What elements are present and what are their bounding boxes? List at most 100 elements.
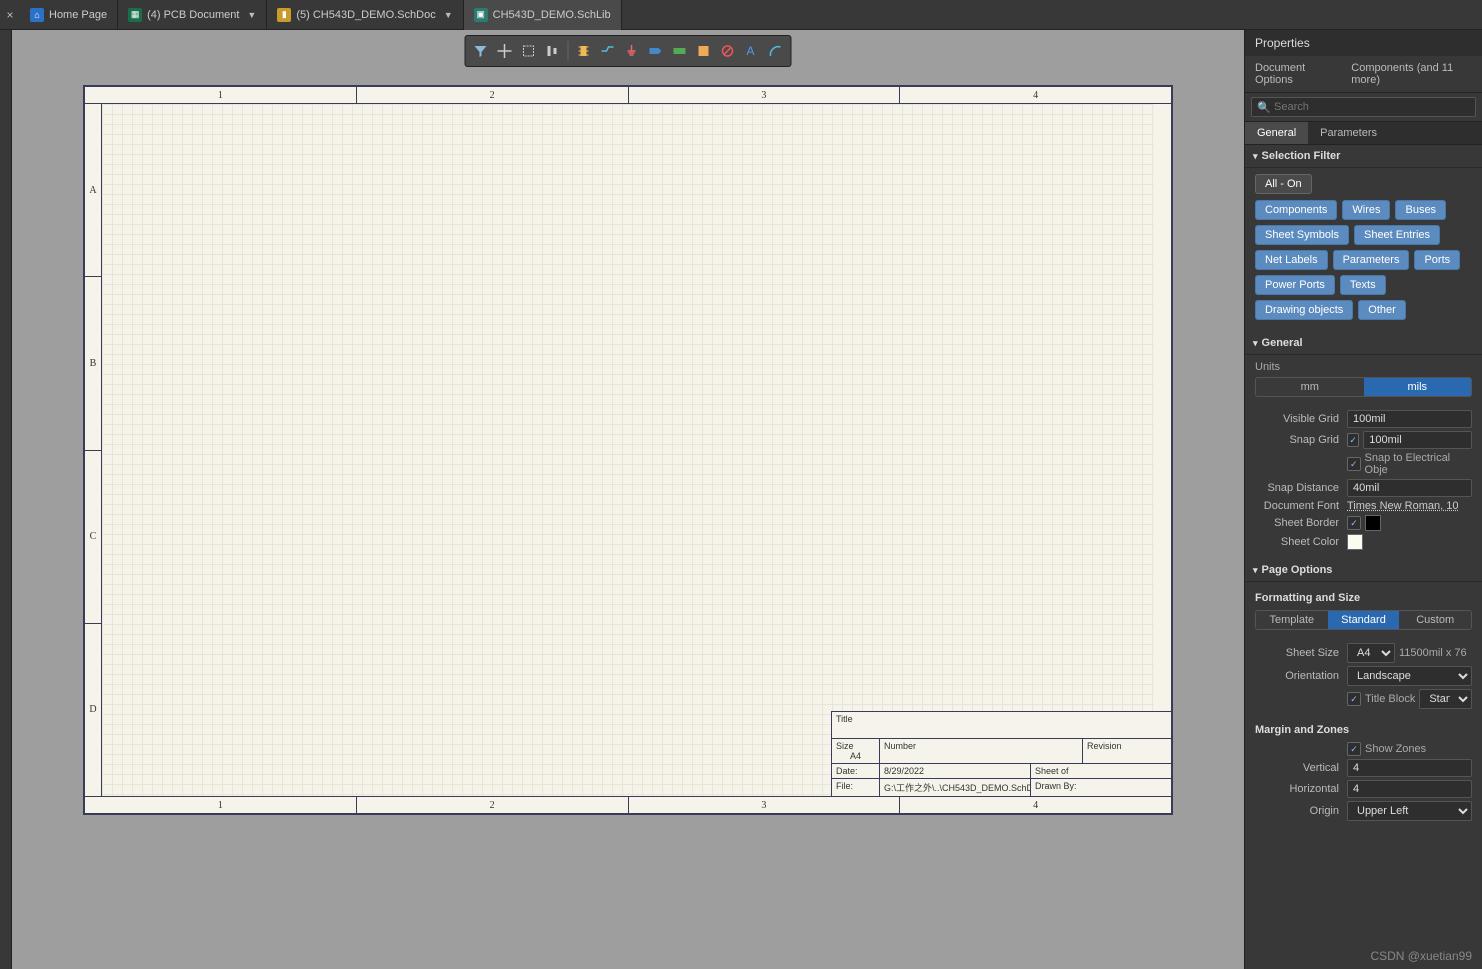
context-components[interactable]: Components (and 11 more) bbox=[1351, 62, 1472, 86]
home-icon: ⌂ bbox=[30, 8, 44, 22]
watermark: CSDN @xuetian99 bbox=[1370, 949, 1472, 963]
title-label: Title bbox=[832, 712, 1171, 738]
tab-schlib[interactable]: ▣ CH543D_DEMO.SchLib bbox=[464, 0, 622, 30]
units-toggle: mm mils bbox=[1255, 377, 1472, 397]
margin-zones-header: Margin and Zones bbox=[1255, 724, 1472, 736]
search-input[interactable] bbox=[1251, 97, 1476, 117]
filter-icon[interactable] bbox=[469, 39, 493, 63]
title-block-style-select[interactable]: Standard bbox=[1419, 689, 1472, 709]
close-icon[interactable]: × bbox=[0, 8, 20, 22]
filter-chip-power-ports[interactable]: Power Ports bbox=[1255, 275, 1335, 295]
tab-label: (5) CH543D_DEMO.SchDoc bbox=[296, 9, 435, 21]
caret-down-icon: ▾ bbox=[1253, 338, 1258, 349]
filter-chip-net-labels[interactable]: Net Labels bbox=[1255, 250, 1328, 270]
active-bar: A bbox=[465, 35, 792, 67]
wire-icon[interactable] bbox=[596, 39, 620, 63]
port-icon[interactable] bbox=[668, 39, 692, 63]
tab-label: CH543D_DEMO.SchLib bbox=[493, 9, 611, 21]
select-rect-icon[interactable] bbox=[517, 39, 541, 63]
snap-elec-check[interactable] bbox=[1347, 457, 1361, 471]
units-label: Units bbox=[1255, 361, 1472, 373]
arc-icon[interactable] bbox=[764, 39, 788, 63]
left-gutter bbox=[0, 30, 12, 969]
folder-icon: ▮ bbox=[277, 8, 291, 22]
properties-panel: Properties Document Options Components (… bbox=[1244, 30, 1482, 969]
seg-template[interactable]: Template bbox=[1256, 611, 1328, 629]
sheet-border-color[interactable] bbox=[1365, 515, 1381, 531]
pcb-icon: ▦ bbox=[128, 8, 142, 22]
snap-grid-input[interactable] bbox=[1363, 431, 1472, 449]
section-page-options[interactable]: ▾Page Options bbox=[1245, 559, 1482, 582]
search-icon: 🔍 bbox=[1257, 101, 1271, 114]
move-icon[interactable] bbox=[493, 39, 517, 63]
divider bbox=[568, 41, 569, 61]
filter-chip-other[interactable]: Other bbox=[1358, 300, 1406, 320]
caret-down-icon: ▾ bbox=[1253, 565, 1258, 576]
section-selection-filter[interactable]: ▾Selection Filter bbox=[1245, 145, 1482, 168]
title-block-check[interactable] bbox=[1347, 692, 1361, 706]
tab-home[interactable]: ⌂ Home Page bbox=[20, 0, 118, 30]
caret-down-icon: ▾ bbox=[1253, 151, 1258, 162]
filter-chip-parameters[interactable]: Parameters bbox=[1333, 250, 1410, 270]
panel-tabs: General Parameters bbox=[1245, 122, 1482, 145]
sheet-symbol-icon[interactable] bbox=[692, 39, 716, 63]
section-general[interactable]: ▾General bbox=[1245, 332, 1482, 355]
orientation-select[interactable]: Landscape bbox=[1347, 666, 1472, 686]
ruler-left: ABCD bbox=[85, 104, 102, 796]
tab-bar: × ⌂ Home Page ▦ (4) PCB Document ▼ ▮ (5) CH5… bbox=[0, 0, 1482, 30]
format-segmented: Template Standard Custom bbox=[1255, 610, 1472, 630]
formatting-header: Formatting and Size bbox=[1255, 592, 1472, 604]
seg-standard[interactable]: Standard bbox=[1328, 611, 1400, 629]
tab-parameters[interactable]: Parameters bbox=[1308, 122, 1389, 144]
tab-label: Home Page bbox=[49, 9, 107, 21]
panel-context-row: Document Options Components (and 11 more… bbox=[1245, 56, 1482, 93]
filter-chip-ports[interactable]: Ports bbox=[1414, 250, 1460, 270]
netlabel-icon[interactable] bbox=[644, 39, 668, 63]
snap-grid-check[interactable] bbox=[1347, 433, 1359, 447]
panel-search: 🔍 bbox=[1245, 93, 1482, 122]
filter-chip-buses[interactable]: Buses bbox=[1395, 200, 1446, 220]
vertical-input[interactable] bbox=[1347, 759, 1472, 777]
component-icon[interactable] bbox=[572, 39, 596, 63]
no-erc-icon[interactable] bbox=[716, 39, 740, 63]
units-mils[interactable]: mils bbox=[1364, 378, 1472, 396]
chevron-down-icon[interactable]: ▼ bbox=[247, 10, 256, 20]
gnd-icon[interactable] bbox=[620, 39, 644, 63]
filter-all-on[interactable]: All - On bbox=[1255, 174, 1312, 194]
text-icon[interactable]: A bbox=[740, 39, 764, 63]
tab-folder[interactable]: ▮ (5) CH543D_DEMO.SchDoc ▼ bbox=[267, 0, 463, 30]
chevron-down-icon[interactable]: ▼ bbox=[444, 10, 453, 20]
sheet-size-select[interactable]: A4 bbox=[1347, 643, 1395, 663]
align-icon[interactable] bbox=[541, 39, 565, 63]
ruler-bottom: 1234 bbox=[85, 796, 1171, 813]
context-doc-options[interactable]: Document Options bbox=[1255, 62, 1337, 86]
sheet-border-check[interactable] bbox=[1347, 516, 1361, 530]
tab-general[interactable]: General bbox=[1245, 122, 1308, 144]
schematic-sheet: 1234 1234 ABCD Title SizeA4 Number Revis… bbox=[83, 85, 1173, 815]
show-zones-check[interactable] bbox=[1347, 742, 1361, 756]
sheet-color-swatch[interactable] bbox=[1347, 534, 1363, 550]
panel-title: Properties bbox=[1245, 30, 1482, 56]
visible-grid-input[interactable] bbox=[1347, 410, 1472, 428]
seg-custom[interactable]: Custom bbox=[1399, 611, 1471, 629]
document-font-link[interactable]: Times New Roman, 10 bbox=[1347, 500, 1458, 512]
canvas-wrap: A 1234 1234 ABCD Title SizeA4 Number Rev… bbox=[12, 30, 1244, 969]
filter-chip-wires[interactable]: Wires bbox=[1342, 200, 1390, 220]
filter-chip-components[interactable]: Components bbox=[1255, 200, 1337, 220]
grid bbox=[102, 104, 1154, 796]
title-block: Title SizeA4 Number Revision Date: 8/29/… bbox=[831, 711, 1171, 796]
filter-chip-sheet-symbols[interactable]: Sheet Symbols bbox=[1255, 225, 1349, 245]
units-mm[interactable]: mm bbox=[1256, 378, 1364, 396]
filter-chip-sheet-entries[interactable]: Sheet Entries bbox=[1354, 225, 1440, 245]
filter-chip-drawing-objects[interactable]: Drawing objects bbox=[1255, 300, 1353, 320]
ruler-top: 1234 bbox=[85, 87, 1171, 104]
schlib-icon: ▣ bbox=[474, 8, 488, 22]
origin-select[interactable]: Upper Left bbox=[1347, 801, 1472, 821]
canvas[interactable]: 1234 1234 ABCD Title SizeA4 Number Revis… bbox=[16, 85, 1240, 965]
tab-label: (4) PCB Document bbox=[147, 9, 239, 21]
snap-distance-input[interactable] bbox=[1347, 479, 1472, 497]
tab-pcb[interactable]: ▦ (4) PCB Document ▼ bbox=[118, 0, 267, 30]
filter-chip-texts[interactable]: Texts bbox=[1340, 275, 1386, 295]
horizontal-input[interactable] bbox=[1347, 780, 1472, 798]
svg-text:A: A bbox=[747, 44, 755, 58]
